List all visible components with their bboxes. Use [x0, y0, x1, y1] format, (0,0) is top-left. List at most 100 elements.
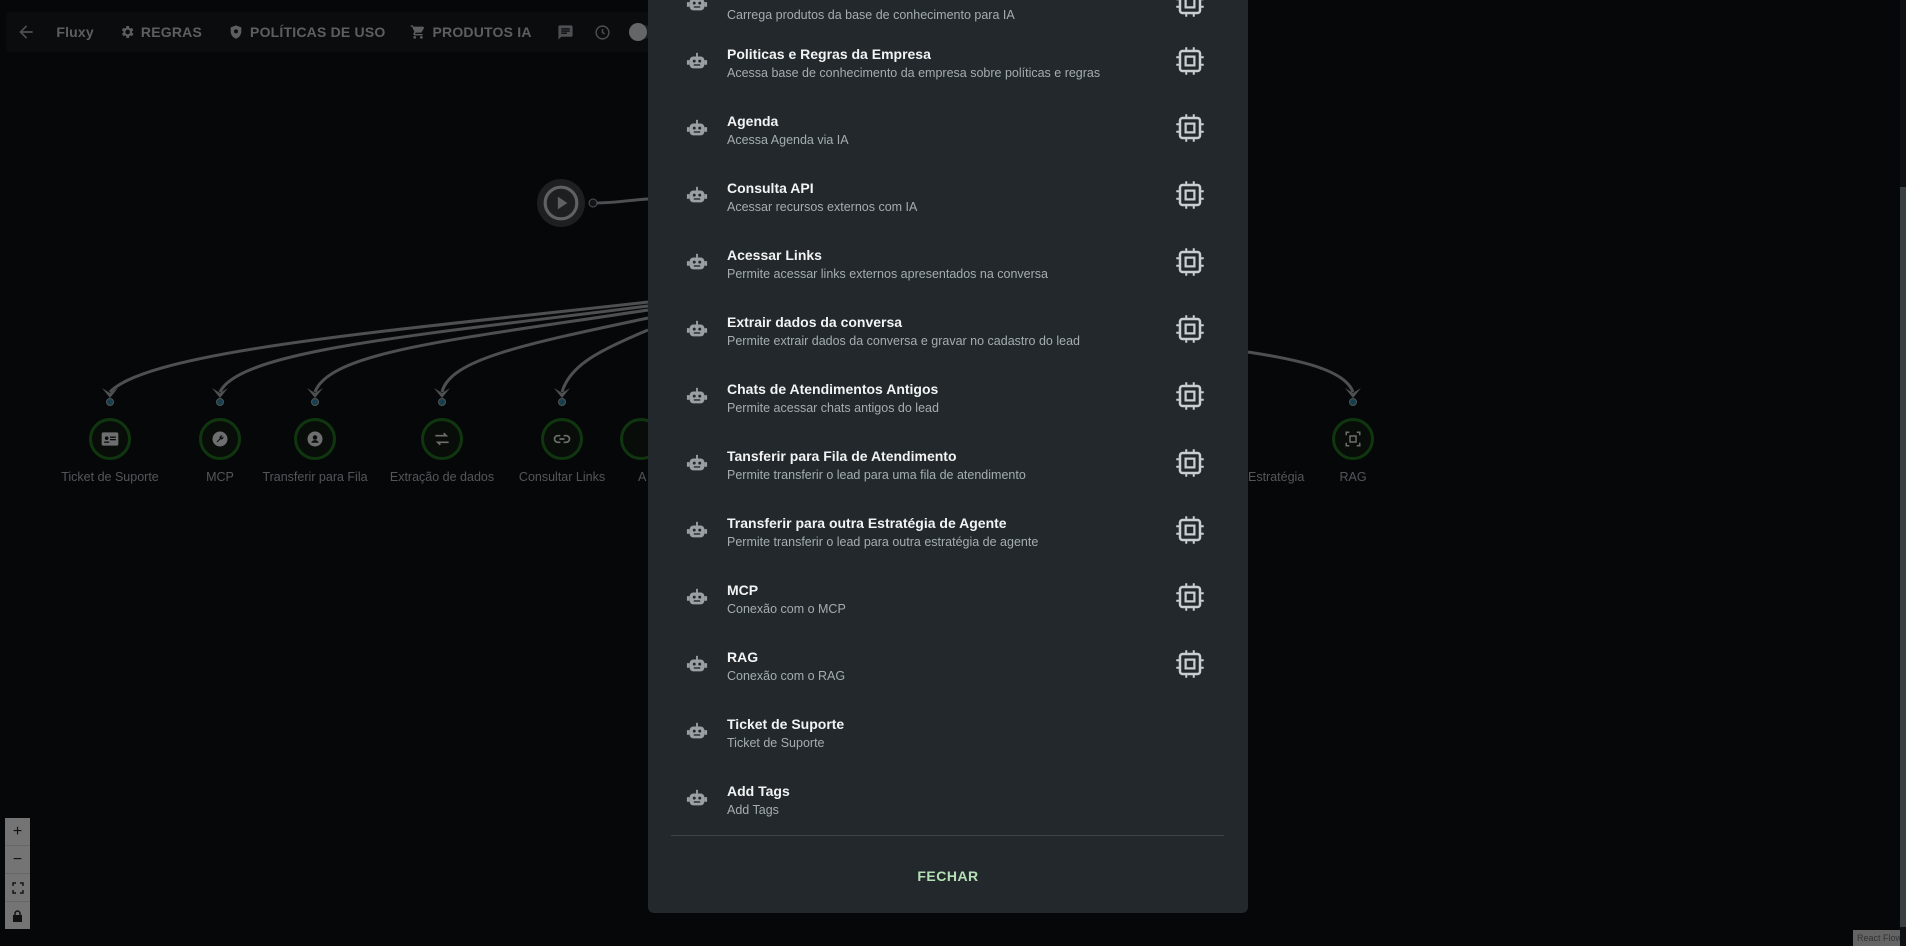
- tool-title: Ticket de Suporte: [727, 716, 845, 732]
- tool-list-item[interactable]: Ticket de Suporte Ticket de Suporte: [648, 716, 1248, 783]
- flow-node-label: Consultar Links: [518, 470, 606, 484]
- chip-icon[interactable]: [1175, 0, 1205, 23]
- history-icon[interactable]: [594, 24, 611, 41]
- chip-icon[interactable]: [1175, 247, 1205, 282]
- play-circle-icon: [543, 185, 579, 221]
- flow-node-extraction[interactable]: Extração de dados: [387, 418, 497, 484]
- tool-description: Ticket de Suporte: [727, 736, 825, 750]
- tool-list-item[interactable]: Politicas e Regras da Empresa Acessa base…: [648, 46, 1248, 113]
- fit-view-icon: [11, 881, 24, 894]
- scrollbar-thumb[interactable]: [1900, 187, 1906, 927]
- tool-list-item[interactable]: Transferir para outra Estratégia de Agen…: [648, 515, 1248, 582]
- flow-node-ticket[interactable]: Ticket de Suporte: [55, 418, 165, 484]
- chip-icon[interactable]: [1175, 46, 1205, 81]
- chip-icon[interactable]: [1175, 113, 1205, 148]
- chip-icon[interactable]: [1175, 314, 1205, 349]
- tool-list-item[interactable]: Extrair dados da conversa Permite extrair…: [648, 314, 1248, 381]
- flow-node-label: Extração de dados: [389, 470, 495, 484]
- tool-description: Acessa base de conhecimento da empresa s…: [727, 66, 1101, 80]
- back-arrow-icon[interactable]: [16, 22, 36, 42]
- flow-node-rag[interactable]: RAG: [1298, 418, 1408, 484]
- tool-list-item[interactable]: MCP Conexão com o MCP: [648, 582, 1248, 649]
- ai-tools-modal: Carrega produtos da base de conhecimento…: [648, 0, 1248, 913]
- robot-icon: [686, 520, 708, 547]
- products-button[interactable]: PRODUTOS IA: [410, 24, 531, 40]
- flow-node-mcp[interactable]: MCP: [165, 418, 275, 484]
- tool-list-item[interactable]: Agenda Acessa Agenda via IA: [648, 113, 1248, 180]
- flow-node-label: MCP: [206, 470, 234, 484]
- tool-description: Conexão com o RAG: [727, 669, 846, 683]
- tool-title: Tansferir para Fila de Atendimento: [727, 448, 957, 464]
- tool-list-item[interactable]: Chats de Atendimentos Antigos Permite ace…: [648, 381, 1248, 448]
- tool-description: Carrega produtos da base de conhecimento…: [727, 8, 1015, 22]
- chip-icon[interactable]: [1175, 515, 1205, 550]
- link-icon: [541, 418, 583, 460]
- chat-icon[interactable]: [557, 24, 574, 41]
- robot-icon: [686, 721, 708, 748]
- robot-icon: [686, 0, 708, 20]
- fit-view-button[interactable]: [5, 874, 30, 902]
- robot-icon: [686, 788, 708, 815]
- flow-node-label: A: [638, 470, 647, 484]
- chip-icon[interactable]: [1175, 649, 1205, 684]
- rules-button[interactable]: REGRAS: [119, 24, 202, 40]
- tool-list-item[interactable]: Consulta API Acessar recursos externos co…: [648, 180, 1248, 247]
- robot-icon: [686, 654, 708, 681]
- robot-icon: [686, 453, 708, 480]
- tool-description: Acessar recursos externos com IA: [727, 200, 918, 214]
- rules-label: REGRAS: [140, 24, 203, 40]
- flow-toolbar: Fluxy REGRAS POLÍTICAS DE USO PRODUTOS I…: [6, 12, 651, 52]
- robot-icon: [686, 252, 708, 279]
- brand-label: Fluxy: [56, 24, 94, 40]
- zoom-out-button[interactable]: −: [5, 846, 30, 874]
- tool-list-item[interactable]: Tansferir para Fila de Atendimento Permit…: [648, 448, 1248, 515]
- gear-icon: [121, 26, 134, 38]
- tool-title: Politicas e Regras da Empresa: [727, 46, 931, 62]
- flow-node-label: Estratégia: [1248, 470, 1305, 484]
- robot-icon: [686, 386, 708, 413]
- tool-title: RAG: [727, 649, 759, 665]
- robot-icon: [686, 587, 708, 614]
- tool-list-item[interactable]: Acessar Links Permite acessar links exter…: [648, 247, 1248, 314]
- start-node[interactable]: [537, 179, 585, 227]
- tool-list-item[interactable]: RAG Conexão com o RAG: [648, 649, 1248, 716]
- products-label: PRODUTOS IA: [432, 24, 532, 40]
- tool-description: Conexão com o MCP: [727, 602, 846, 616]
- tool-list-item[interactable]: Add Tags Add Tags: [648, 783, 1248, 850]
- tool-description: Permite transferir o lead para uma fila …: [727, 468, 1026, 482]
- policies-label: POLÍTICAS DE USO: [250, 24, 386, 40]
- tool-title: Agenda: [727, 113, 779, 129]
- chip-icon[interactable]: [1175, 381, 1205, 416]
- policies-button[interactable]: POLÍTICAS DE USO: [228, 24, 385, 40]
- flow-node-label: Transferir para Fila: [262, 470, 368, 484]
- page-scrollbar[interactable]: [1900, 0, 1906, 946]
- tool-description: Permite acessar chats antigos do lead: [727, 401, 939, 415]
- zoom-in-button[interactable]: +: [5, 818, 30, 846]
- tool-title: MCP: [727, 582, 759, 598]
- chip-icon[interactable]: [1175, 448, 1205, 483]
- frame-icon: [1332, 418, 1374, 460]
- flow-node-label: Ticket de Suporte: [61, 470, 159, 484]
- tool-title: Consulta API: [727, 180, 814, 196]
- tool-title: Acessar Links: [727, 247, 822, 263]
- robot-icon: [686, 319, 708, 346]
- tool-title: Transferir para outra Estratégia de Agen…: [727, 515, 1007, 531]
- wrench-icon: [199, 418, 241, 460]
- close-button[interactable]: FECHAR: [898, 868, 998, 884]
- person-pin-icon: [294, 418, 336, 460]
- flow-node-label: RAG: [1339, 470, 1367, 484]
- robot-icon: [686, 118, 708, 145]
- flow-node-queue[interactable]: Transferir para Fila: [260, 418, 370, 484]
- swap-icon: [421, 418, 463, 460]
- lock-button[interactable]: [5, 902, 30, 929]
- tool-description: Add Tags: [727, 803, 779, 817]
- id-card-icon: [89, 418, 131, 460]
- flow-node-links[interactable]: Consultar Links: [507, 418, 617, 484]
- tool-description: Permite transferir o lead para outra est…: [727, 535, 1039, 549]
- robot-icon: [686, 51, 708, 78]
- tool-title: Add Tags: [727, 783, 790, 799]
- chip-icon[interactable]: [1175, 180, 1205, 215]
- chip-icon[interactable]: [1175, 582, 1205, 617]
- divider: [671, 835, 1224, 836]
- attribution-label[interactable]: React Flow: [1852, 930, 1906, 946]
